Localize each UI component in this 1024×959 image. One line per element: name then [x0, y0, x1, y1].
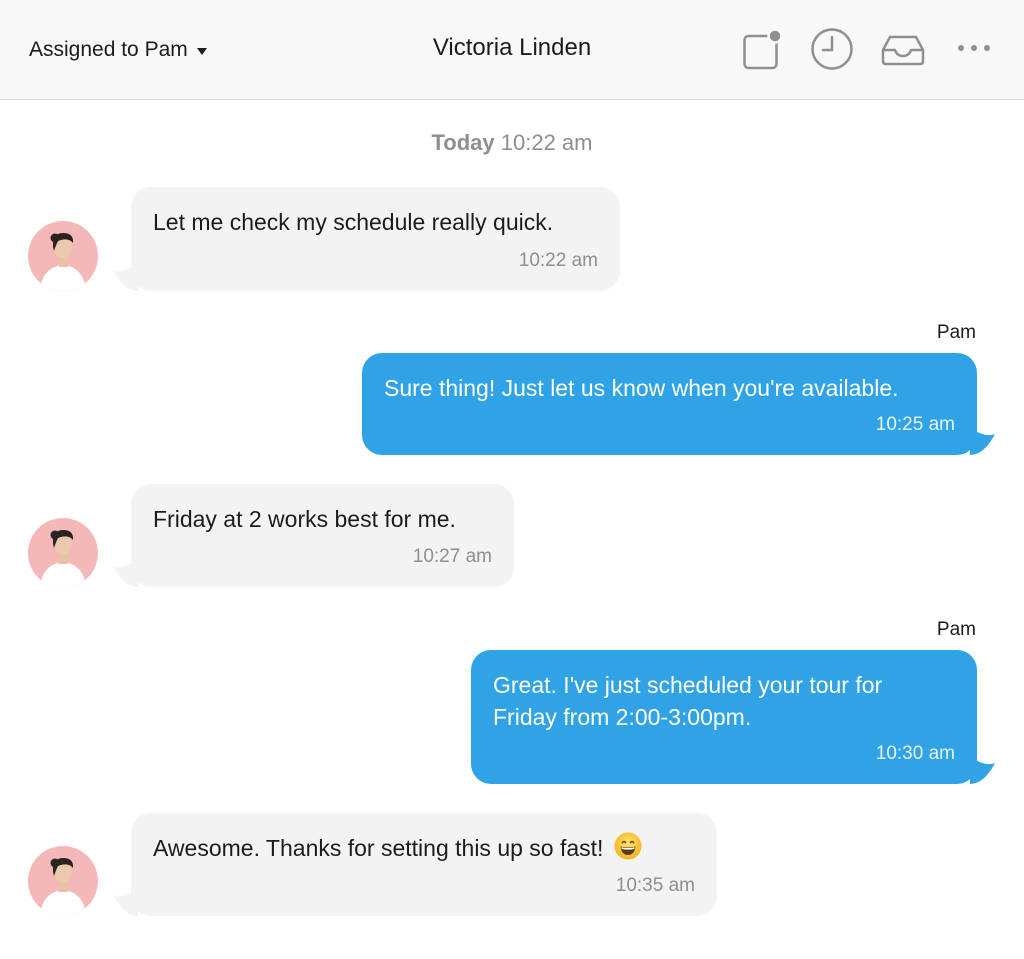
bubble-tail [113, 264, 138, 291]
message-time: 10:35 am [615, 875, 695, 896]
day-time: 10:22 am [500, 130, 593, 155]
more-icon[interactable] [956, 40, 992, 56]
contact-avatar [28, 221, 98, 291]
clock-icon[interactable] [810, 28, 856, 74]
bubble-tail [970, 757, 995, 784]
bubble-tail [970, 428, 995, 455]
bubble-tail [113, 560, 138, 587]
message-text: Awesome. Thanks for setting this up so f… [153, 835, 604, 861]
message-text-line-1: Great. I've just scheduled your tour for [493, 672, 883, 698]
grinning-face-icon [614, 832, 642, 860]
message-text: Friday at 2 works best for me. [153, 506, 456, 532]
contact-name: Victoria Linden [432, 34, 592, 61]
day-separator: Today 10:22 am [0, 130, 1024, 156]
message-bubble-outgoing: Great. I've just scheduled your tour for… [471, 650, 977, 784]
sender-name: Pam [936, 322, 976, 343]
message-bubble-incoming: Awesome. Thanks for setting this up so f… [131, 813, 717, 916]
contact-avatar [28, 518, 98, 588]
note-icon[interactable] [741, 28, 785, 72]
message-time: 10:22 am [518, 250, 598, 271]
message-text: Sure thing! Just let us know when you're… [384, 375, 899, 401]
message-time: 10:27 am [412, 546, 492, 567]
message-bubble-incoming: Let me check my schedule really quick. 1… [131, 187, 620, 291]
message-text: Let me check my schedule really quick. [153, 209, 554, 235]
bubble-tail [113, 889, 138, 916]
sender-name: Pam [936, 619, 976, 640]
conversation-header: Assigned to Pam Victoria Linden [0, 0, 1024, 100]
message-bubble-incoming: Friday at 2 works best for me. 10:27 am [131, 484, 514, 587]
day-label: Today [431, 130, 495, 155]
message-bubble-outgoing: Sure thing! Just let us know when you're… [362, 353, 977, 455]
contact-avatar [28, 846, 98, 916]
message-time: 10:25 am [875, 414, 955, 435]
inbox-icon[interactable] [881, 28, 927, 72]
message-time: 10:30 am [875, 743, 955, 764]
message-text-line-2: Friday from 2:00-3:00pm. [493, 704, 752, 730]
